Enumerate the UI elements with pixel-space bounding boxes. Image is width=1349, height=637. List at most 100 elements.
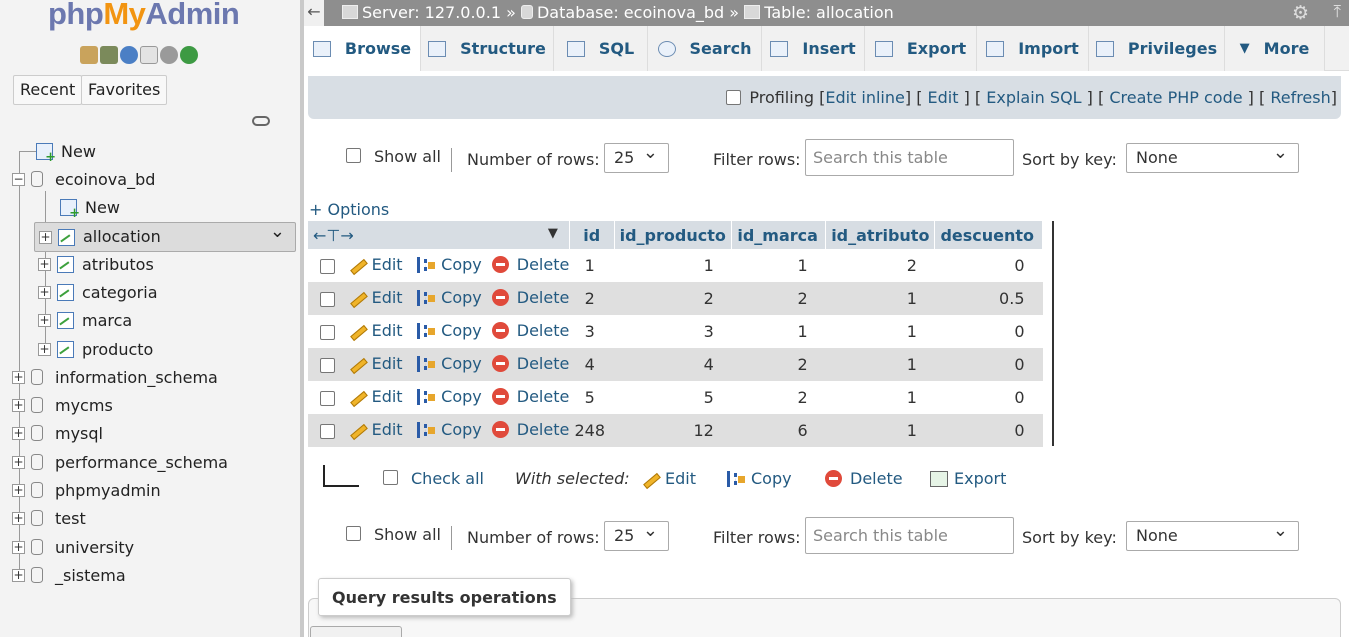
help-icon[interactable] <box>120 46 138 64</box>
tree-new-table[interactable]: New <box>60 194 120 221</box>
back-arrow-icon[interactable]: ← <box>304 0 324 26</box>
row-copy-button[interactable]: Copy <box>417 255 482 274</box>
tab-sql[interactable]: SQL <box>554 26 648 71</box>
expand-icon[interactable]: + <box>38 313 51 327</box>
expand-icon[interactable]: + <box>12 483 25 497</box>
row-delete-button[interactable]: Delete <box>491 420 569 439</box>
rows-per-page-select[interactable]: 25 <box>604 517 669 551</box>
breadcrumb-table[interactable]: Table: allocation <box>764 3 894 22</box>
profiling-checkbox[interactable] <box>726 90 742 105</box>
expand-icon[interactable]: + <box>12 540 25 554</box>
row-delete-button[interactable]: Delete <box>491 387 569 406</box>
logout-icon[interactable] <box>100 46 118 64</box>
row-delete-button[interactable]: Delete <box>491 255 569 274</box>
expand-icon[interactable]: + <box>12 455 25 469</box>
tab-search[interactable]: Search <box>648 26 762 71</box>
tab-more[interactable]: ▼ More <box>1225 26 1325 71</box>
expand-icon[interactable]: + <box>38 285 51 299</box>
phpmyadmin-logo[interactable]: phpMyAdmin <box>48 0 240 32</box>
row-edit-button[interactable]: Edit <box>348 288 403 307</box>
table-row[interactable]: Edit Copy Delete 4 4 2 1 0 <box>308 348 1043 381</box>
expand-icon[interactable]: + <box>38 342 51 356</box>
column-header-id-atributo[interactable]: id_atributo <box>825 221 936 249</box>
tree-db-sistema[interactable]: + _sistema <box>12 562 126 588</box>
column-header-id-producto[interactable]: id_producto <box>614 221 733 249</box>
tab-import[interactable]: Import <box>977 26 1089 71</box>
table-row[interactable]: Edit Copy Delete 248 12 6 1 0 <box>308 414 1043 447</box>
show-all-checkbox[interactable] <box>346 148 361 163</box>
expand-icon[interactable]: + <box>12 370 25 384</box>
tree-db-mycms[interactable]: + mycms <box>12 392 113 418</box>
recent-button[interactable]: Recent <box>13 75 83 105</box>
tree-db-test[interactable]: + test <box>12 505 86 531</box>
options-link[interactable]: + Options <box>309 200 389 219</box>
tree-table-producto[interactable]: + producto <box>38 336 153 362</box>
tab-privileges[interactable]: Privileges <box>1089 26 1225 71</box>
row-edit-button[interactable]: Edit <box>348 321 403 340</box>
expand-icon[interactable]: + <box>39 230 52 244</box>
tree-table-atributos[interactable]: + atributos <box>38 251 154 277</box>
home-icon[interactable] <box>80 46 98 64</box>
column-resize-arrows-icon[interactable]: ←⊤→ <box>313 226 354 245</box>
sort-dropdown-icon[interactable]: ▼ <box>548 226 558 241</box>
column-header-id[interactable]: id <box>569 221 615 249</box>
collapse-icon[interactable]: − <box>12 172 25 186</box>
edit-inline-link[interactable]: Edit inline <box>825 88 905 107</box>
explain-sql-link[interactable]: Explain SQL <box>986 88 1081 107</box>
row-delete-button[interactable]: Delete <box>491 288 569 307</box>
tree-db-phpmyadmin[interactable]: + phpmyadmin <box>12 477 161 503</box>
breadcrumb-server[interactable]: Server: 127.0.0.1 <box>362 3 501 22</box>
favorites-button[interactable]: Favorites <box>81 75 168 105</box>
tree-db-university[interactable]: + university <box>12 534 134 560</box>
query-results-operation-item[interactable] <box>310 626 402 637</box>
column-header-descuento[interactable]: descuento <box>934 221 1043 249</box>
row-edit-button[interactable]: Edit <box>348 354 403 373</box>
row-checkbox[interactable] <box>320 391 335 406</box>
row-checkbox[interactable] <box>320 259 335 274</box>
check-all-label[interactable]: Check all <box>411 469 484 488</box>
bulk-export-button[interactable]: Export <box>930 469 1006 488</box>
tree-db-performance-schema[interactable]: + performance_schema <box>12 449 228 475</box>
row-checkbox[interactable] <box>320 325 335 340</box>
tree-db-mysql[interactable]: + mysql <box>12 420 103 446</box>
tree-db-information-schema[interactable]: + information_schema <box>12 364 218 390</box>
reload-icon[interactable] <box>180 46 198 64</box>
sort-by-key-select[interactable]: None <box>1126 139 1299 173</box>
expand-icon[interactable]: + <box>12 426 25 440</box>
rows-per-page-select[interactable]: 25 <box>604 139 669 173</box>
docs-icon[interactable] <box>140 46 158 64</box>
expand-icon[interactable]: + <box>38 257 51 271</box>
create-php-code-link[interactable]: Create PHP code <box>1109 88 1242 107</box>
row-copy-button[interactable]: Copy <box>417 354 482 373</box>
row-checkbox[interactable] <box>320 424 335 439</box>
settings-gear-icon[interactable] <box>160 46 178 64</box>
bulk-delete-button[interactable]: Delete <box>825 469 903 488</box>
row-copy-button[interactable]: Copy <box>417 321 482 340</box>
tab-export[interactable]: Export <box>865 26 977 71</box>
expand-icon[interactable]: + <box>12 568 25 582</box>
tree-table-marca[interactable]: + marca <box>38 307 132 333</box>
navigation-resizer[interactable] <box>300 0 304 637</box>
refresh-link[interactable]: Refresh <box>1270 88 1330 107</box>
row-checkbox[interactable] <box>320 358 335 373</box>
table-row[interactable]: Edit Copy Delete 1 1 1 2 0 <box>308 249 1043 282</box>
show-all-checkbox[interactable] <box>346 526 361 541</box>
table-row[interactable]: Edit Copy Delete 3 3 1 1 0 <box>308 315 1043 348</box>
row-edit-button[interactable]: Edit <box>348 255 403 274</box>
check-all-checkbox[interactable] <box>383 470 398 485</box>
row-delete-button[interactable]: Delete <box>491 321 569 340</box>
bulk-edit-button[interactable]: Edit <box>641 469 696 488</box>
table-row[interactable]: Edit Copy Delete 5 5 2 1 0 <box>308 381 1043 414</box>
settings-gear-icon[interactable]: ⚙ <box>1292 2 1309 24</box>
row-copy-button[interactable]: Copy <box>417 387 482 406</box>
filter-rows-input[interactable]: Search this table <box>805 517 1014 554</box>
tree-new-database[interactable]: New <box>36 138 96 165</box>
expand-icon[interactable]: + <box>12 511 25 525</box>
row-copy-button[interactable]: Copy <box>417 420 482 439</box>
tab-structure[interactable]: Structure <box>421 26 554 71</box>
row-edit-button[interactable]: Edit <box>348 420 403 439</box>
row-edit-button[interactable]: Edit <box>348 387 403 406</box>
tab-browse[interactable]: Browse <box>304 26 421 71</box>
tree-table-categoria[interactable]: + categoria <box>38 279 158 305</box>
collapse-arrow-icon[interactable]: ⤒ <box>1333 2 1341 22</box>
